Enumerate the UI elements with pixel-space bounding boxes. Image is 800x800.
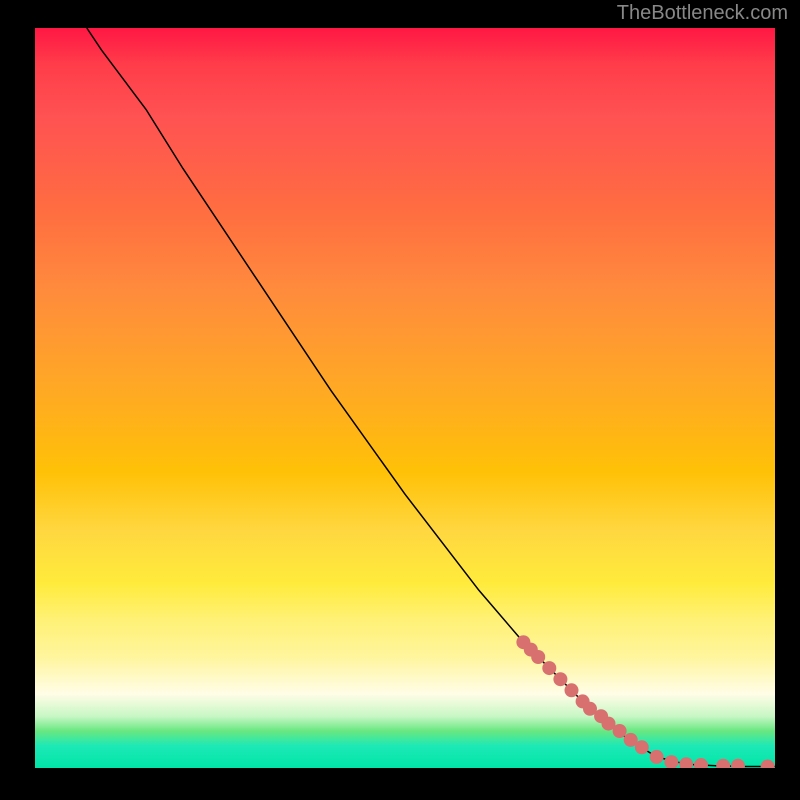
marker-point xyxy=(635,740,649,754)
marker-point xyxy=(731,759,745,768)
marker-point xyxy=(679,757,693,768)
attribution-text: TheBottleneck.com xyxy=(617,2,788,25)
marker-point xyxy=(613,724,627,738)
marker-point xyxy=(553,672,567,686)
marker-point xyxy=(531,650,545,664)
markers-group xyxy=(516,635,774,768)
marker-point xyxy=(664,755,678,768)
marker-point xyxy=(542,661,556,675)
marker-point xyxy=(694,758,708,768)
marker-point xyxy=(761,760,775,768)
main-curve xyxy=(87,28,775,767)
marker-point xyxy=(716,759,730,768)
plot-area xyxy=(35,28,775,768)
marker-point xyxy=(565,683,579,697)
chart-overlay xyxy=(35,28,775,768)
marker-point xyxy=(650,750,664,764)
